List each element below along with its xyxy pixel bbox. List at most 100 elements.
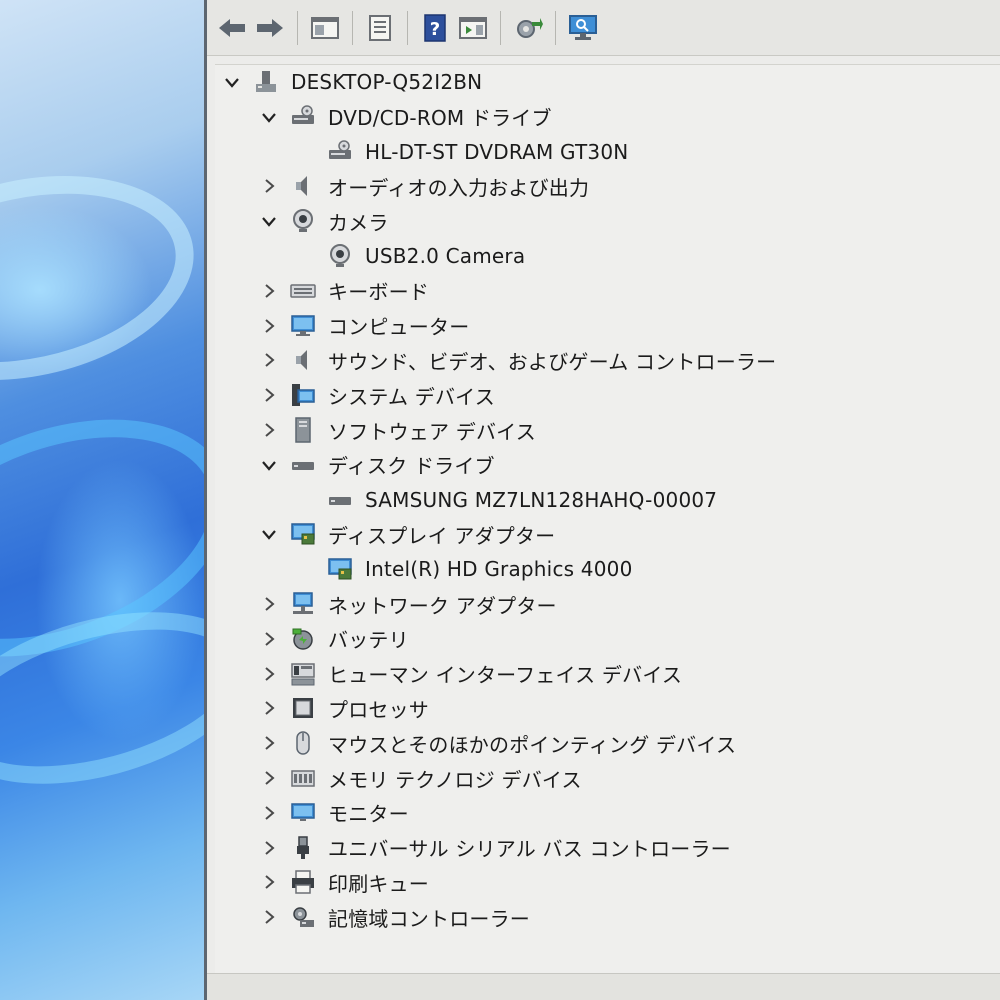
- update-driver-icon[interactable]: [511, 11, 545, 45]
- tree-category[interactable]: オーディオの入力および出力: [258, 169, 589, 203]
- forward-icon[interactable]: [253, 11, 287, 45]
- memory-device-icon: [290, 765, 316, 791]
- usb-icon: [290, 835, 316, 861]
- processor-icon: [290, 695, 316, 721]
- tree-category[interactable]: ユニバーサル シリアル バス コントローラー: [258, 831, 731, 865]
- tree-category[interactable]: マウスとそのほかのポインティング デバイス: [258, 726, 736, 760]
- chevron-right-icon[interactable]: [258, 628, 280, 650]
- monitor-icon: [290, 800, 316, 826]
- show-hide-console-tree-icon[interactable]: [308, 11, 342, 45]
- tree-category[interactable]: ネットワーク アダプター: [258, 587, 557, 621]
- chevron-right-icon[interactable]: [258, 663, 280, 685]
- tree-item-label: ディスプレイ アダプター: [328, 523, 556, 548]
- chevron-right-icon[interactable]: [258, 871, 280, 893]
- dvd-drive-icon: [327, 139, 353, 165]
- chevron-down-icon[interactable]: [258, 106, 280, 128]
- toolbar-separator: [297, 10, 298, 45]
- tree-category[interactable]: ディスプレイ アダプター: [258, 517, 555, 551]
- chevron-right-icon[interactable]: [258, 280, 280, 302]
- tree-category[interactable]: サウンド、ビデオ、およびゲーム コントローラー: [258, 343, 776, 377]
- wallpaper-swirl: [0, 147, 213, 409]
- help-icon[interactable]: ?: [418, 11, 452, 45]
- toolbar-separator: [407, 10, 408, 45]
- tree-item-label: USB2.0 Camera: [365, 244, 526, 268]
- battery-icon: [290, 626, 316, 652]
- tree-root[interactable]: DESKTOP-Q52I2BN: [221, 65, 482, 99]
- disk-drive-icon: [290, 452, 316, 478]
- toolbar-separator: [555, 10, 556, 45]
- tree-category[interactable]: 記憶域コントローラー: [258, 900, 530, 934]
- tree-device[interactable]: Intel(R) HD Graphics 4000: [295, 552, 633, 586]
- show-action-pane-icon[interactable]: [456, 11, 490, 45]
- device-tree: DESKTOP-Q52I2BN DVD/CD-ROM ドライブ HL-DT-ST D…: [215, 64, 1000, 975]
- chevron-right-icon[interactable]: [258, 767, 280, 789]
- tree-category[interactable]: モニター: [258, 796, 409, 830]
- tree-category[interactable]: メモリ テクノロジ デバイス: [258, 761, 582, 795]
- tree-item-label: マウスとそのほかのポインティング デバイス: [328, 732, 737, 757]
- tree-category[interactable]: 印刷キュー: [258, 865, 429, 899]
- desktop-wallpaper: [0, 0, 271, 1000]
- display-adapter-icon: [290, 521, 316, 547]
- chevron-down-icon[interactable]: [221, 71, 243, 93]
- tree-device[interactable]: USB2.0 Camera: [295, 239, 525, 273]
- speaker-icon: [290, 173, 316, 199]
- tree-item-label: ヒューマン インターフェイス デバイス: [328, 663, 683, 688]
- tree-category[interactable]: ヒューマン インターフェイス デバイス: [258, 657, 682, 691]
- chevron-right-icon[interactable]: [258, 419, 280, 441]
- toolbar-separator: [500, 10, 501, 45]
- computer-icon: [290, 313, 316, 339]
- toolbar-separator: [352, 10, 353, 45]
- chevron-down-icon[interactable]: [258, 210, 280, 232]
- chevron-right-icon[interactable]: [258, 906, 280, 928]
- tree-category[interactable]: ディスク ドライブ: [258, 448, 495, 482]
- storage-controller-icon: [290, 904, 316, 930]
- chevron-right-icon[interactable]: [258, 837, 280, 859]
- tree-item-label: サウンド、ビデオ、およびゲーム コントローラー: [328, 349, 777, 374]
- tree-item-label: カメラ: [328, 210, 389, 235]
- tree-item-label: メモリ テクノロジ デバイス: [328, 767, 582, 792]
- tree-category[interactable]: コンピューター: [258, 309, 469, 343]
- chevron-down-icon[interactable]: [258, 454, 280, 476]
- tree-category[interactable]: DVD/CD-ROM ドライブ: [258, 100, 552, 134]
- system-devices-icon: [290, 382, 316, 408]
- tree-item-label: コンピューター: [328, 315, 470, 340]
- tree-category[interactable]: ソフトウェア デバイス: [258, 413, 536, 447]
- disk-drive-icon: [327, 487, 353, 513]
- chevron-right-icon[interactable]: [258, 732, 280, 754]
- svg-text:?: ?: [430, 19, 440, 40]
- chevron-right-icon[interactable]: [258, 593, 280, 615]
- tree-item-label: DVD/CD-ROM ドライブ: [328, 106, 552, 131]
- tree-category[interactable]: プロセッサ: [258, 691, 429, 725]
- chevron-right-icon[interactable]: [258, 315, 280, 337]
- scan-hardware-icon[interactable]: [566, 11, 600, 45]
- tree-category[interactable]: キーボード: [258, 274, 429, 308]
- tree-item-label: モニター: [328, 802, 409, 827]
- chevron-right-icon[interactable]: [258, 697, 280, 719]
- tree-device[interactable]: HL-DT-ST DVDRAM GT30N: [295, 135, 628, 169]
- tree-category[interactable]: システム デバイス: [258, 378, 495, 412]
- network-adapter-icon: [290, 591, 316, 617]
- printer-icon: [290, 869, 316, 895]
- mouse-icon: [290, 730, 316, 756]
- chevron-right-icon[interactable]: [258, 349, 280, 371]
- chevron-right-icon[interactable]: [258, 802, 280, 824]
- back-icon[interactable]: [215, 11, 249, 45]
- tree-item-label: オーディオの入力および出力: [328, 175, 590, 200]
- tree-item-label: システム デバイス: [328, 384, 495, 409]
- tree-category[interactable]: カメラ: [258, 204, 389, 238]
- properties-icon[interactable]: [363, 11, 397, 45]
- chevron-down-icon[interactable]: [258, 523, 280, 545]
- tree-item-label: ソフトウェア デバイス: [328, 419, 536, 444]
- tree-item-label: バッテリ: [328, 628, 409, 653]
- status-bar: [207, 973, 1000, 1000]
- chevron-right-icon[interactable]: [258, 384, 280, 406]
- tree-device[interactable]: SAMSUNG MZ7LN128HAHQ-00007: [295, 483, 717, 517]
- tree-category[interactable]: バッテリ: [258, 622, 409, 656]
- tree-item-label: キーボード: [328, 280, 429, 305]
- chevron-right-icon[interactable]: [258, 175, 280, 197]
- hid-icon: [290, 661, 316, 687]
